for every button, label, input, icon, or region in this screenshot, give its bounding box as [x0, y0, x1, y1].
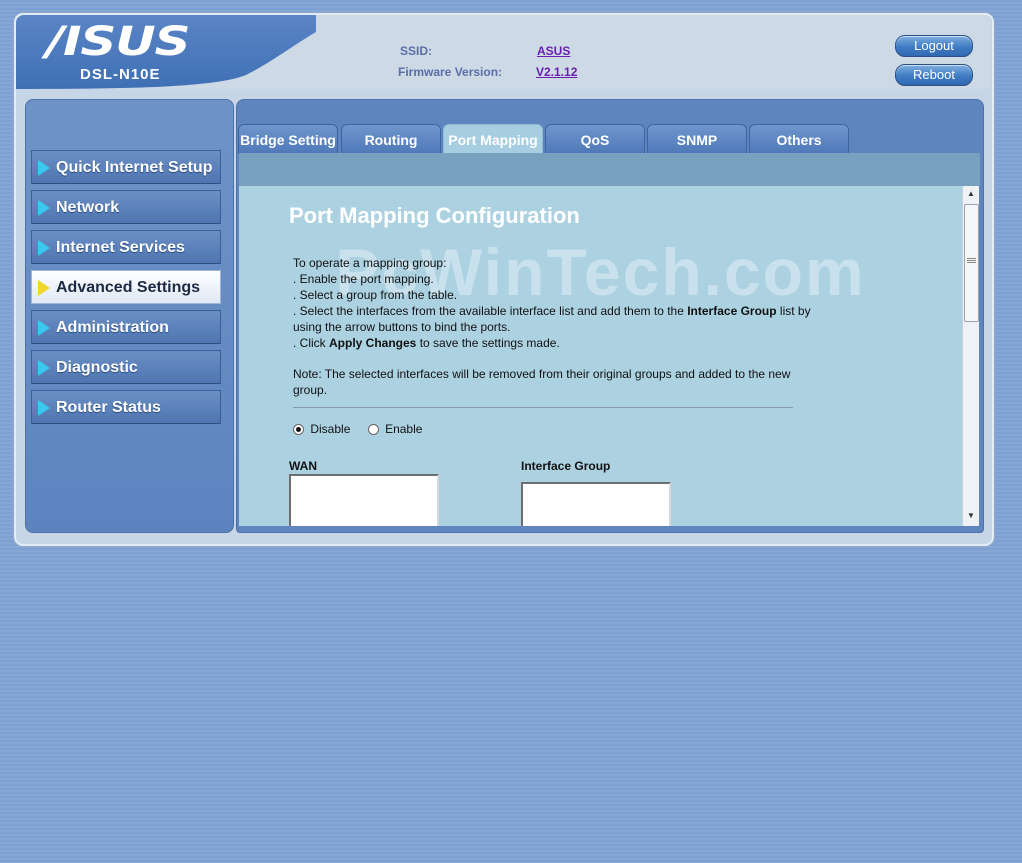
wan-listbox[interactable]	[289, 474, 439, 526]
sidebar-item-internet-services[interactable]: Internet Services	[31, 230, 221, 264]
logout-button[interactable]: Logout	[895, 35, 973, 57]
sidebar-item-diagnostic[interactable]: Diagnostic	[31, 350, 221, 384]
tab-routing[interactable]: Routing	[341, 124, 441, 154]
grip-icon	[967, 258, 976, 259]
firmware-link[interactable]: V2.1.12	[536, 65, 577, 79]
panel-scrollbar[interactable]: ▲ ▼	[962, 186, 979, 526]
sidebar-item-label: Network	[56, 199, 120, 216]
arrow-icon	[38, 160, 50, 176]
step3-text-a: . Select the interfaces from the availab…	[293, 304, 688, 318]
arrow-icon	[38, 200, 50, 216]
arrow-icon	[38, 360, 50, 376]
sidebar-item-router-status[interactable]: Router Status	[31, 390, 221, 424]
reboot-button[interactable]: Reboot	[895, 64, 973, 86]
sidebar-item-label: Administration	[56, 319, 169, 336]
sidebar-item-label: Router Status	[56, 399, 161, 416]
interface-group-label: Interface Group	[521, 459, 611, 473]
model-name: DSL-N10E	[80, 66, 161, 83]
wan-label: WAN	[289, 459, 317, 473]
step4-text-c: to save the settings made.	[416, 336, 560, 350]
enable-radio-group: Disable Enable	[293, 422, 422, 436]
step3-bold: Interface Group	[687, 304, 777, 318]
instruction-intro: To operate a mapping group:	[293, 256, 447, 270]
scroll-up-icon[interactable]: ▲	[963, 186, 979, 202]
sidebar-item-advanced-settings[interactable]: Advanced Settings	[31, 270, 221, 304]
instruction-step2: . Select a group from the table.	[293, 288, 458, 302]
sidebar-item-network[interactable]: Network	[31, 190, 221, 224]
step4-text-a: . Click	[293, 336, 329, 350]
tab-strip	[239, 153, 980, 186]
tab-bridge-setting[interactable]: Bridge Setting	[238, 124, 338, 154]
sidebar-item-label: Internet Services	[56, 239, 185, 256]
sidebar-item-label: Quick Internet Setup	[56, 159, 213, 176]
sidebar-item-label: Advanced Settings	[56, 279, 201, 296]
arrow-icon	[38, 280, 50, 296]
firmware-label: Firmware Version:	[398, 65, 503, 79]
port-mapping-panel: PcWinTech.com Port Mapping Configuration…	[239, 186, 962, 526]
sidebar-item-label: Diagnostic	[56, 359, 138, 376]
asus-logo: /ISUS	[46, 19, 190, 65]
instruction-step4: . Click Apply Changes to save the settin…	[293, 335, 813, 351]
ssid-label: SSID:	[400, 44, 433, 58]
page-title: Port Mapping Configuration	[289, 203, 580, 228]
step4-bold: Apply Changes	[329, 336, 417, 350]
disable-radio[interactable]	[293, 424, 304, 436]
sidebar-item-administration[interactable]: Administration	[31, 310, 221, 344]
scroll-thumb[interactable]	[964, 204, 979, 322]
arrow-icon	[38, 240, 50, 256]
instruction-step3: . Select the interfaces from the availab…	[293, 303, 813, 335]
tab-snmp[interactable]: SNMP	[647, 124, 747, 154]
arrow-icon	[38, 400, 50, 416]
tab-others[interactable]: Others	[749, 124, 849, 154]
interface-group-listbox[interactable]	[521, 482, 671, 526]
ssid-link[interactable]: ASUS	[537, 44, 570, 58]
divider	[293, 407, 793, 408]
sidebar-item-quick-internet-setup[interactable]: Quick Internet Setup	[31, 150, 221, 184]
enable-radio-label: Enable	[385, 422, 423, 436]
note-text: Note: The selected interfaces will be re…	[293, 367, 791, 397]
tab-qos[interactable]: QoS	[545, 124, 645, 154]
enable-radio[interactable]	[367, 424, 379, 436]
disable-radio-label: Disable	[310, 422, 351, 436]
instruction-step1: . Enable the port mapping.	[293, 272, 434, 286]
arrow-icon	[38, 320, 50, 336]
sidebar: Quick Internet Setup Network Internet Se…	[25, 99, 234, 533]
tab-port-mapping[interactable]: Port Mapping	[443, 124, 543, 154]
scroll-down-icon[interactable]: ▼	[963, 508, 979, 524]
instructions: To operate a mapping group: . Enable the…	[293, 255, 813, 351]
